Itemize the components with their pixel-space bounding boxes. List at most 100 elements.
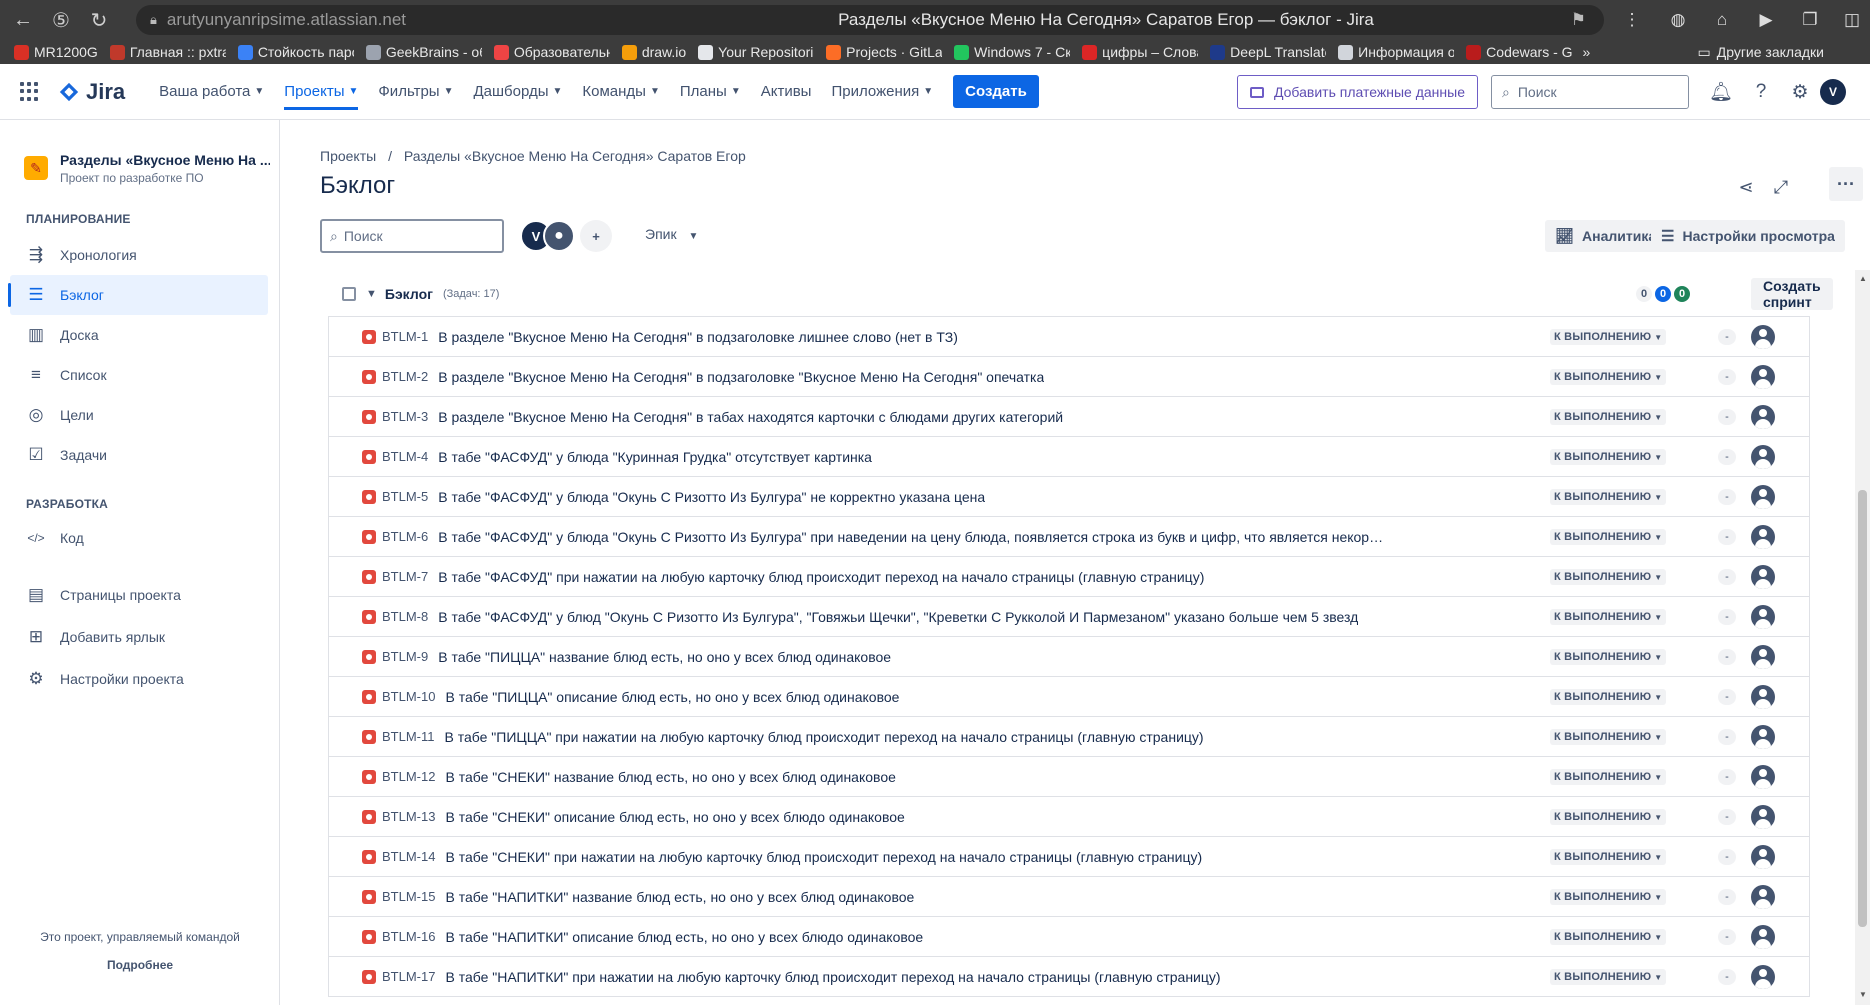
issue-row[interactable]: BTLM-12 В табе "СНЕКИ" название блюд есть…: [329, 757, 1809, 797]
scrollbar-thumb[interactable]: [1858, 490, 1867, 927]
bookmark-item[interactable]: Образовательный: [488, 40, 616, 64]
status-dropdown[interactable]: К ВЫПОЛНЕНИЮ ▼: [1550, 329, 1667, 345]
extension-icon[interactable]: ⌂: [1710, 8, 1734, 32]
assignee-avatar-icon[interactable]: [1751, 565, 1775, 589]
sidebar-item[interactable]: ⊞ Добавить ярлык: [10, 617, 268, 657]
create-sprint-button[interactable]: Создать спринт: [1751, 278, 1833, 310]
nav-item[interactable]: Планы ▼: [670, 64, 751, 120]
issue-key[interactable]: BTLM-2: [382, 369, 428, 384]
backlog-select-checkbox[interactable]: [342, 287, 356, 301]
assignee-avatar-icon[interactable]: [1751, 845, 1775, 869]
status-dropdown[interactable]: К ВЫПОЛНЕНИЮ ▼: [1550, 809, 1667, 825]
issue-row[interactable]: BTLM-13 В табе "СНЕКИ" описание блюд есть…: [329, 797, 1809, 837]
story-points-field[interactable]: -: [1718, 809, 1736, 825]
status-dropdown[interactable]: К ВЫПОЛНЕНИЮ ▼: [1550, 609, 1667, 625]
sidebar-item[interactable]: ▥ Доска: [10, 315, 268, 355]
bookmark-item[interactable]: Стойкость пароля: [232, 40, 360, 64]
assignee-avatar-icon[interactable]: [1751, 685, 1775, 709]
issue-row[interactable]: BTLM-11 В табе "ПИЦЦА" при нажатии на люб…: [329, 717, 1809, 757]
issue-row[interactable]: BTLM-6 В табе "ФАСФУД" у блюда "Окунь С Р…: [329, 517, 1809, 557]
story-points-field[interactable]: -: [1718, 409, 1736, 425]
story-points-field[interactable]: -: [1718, 369, 1736, 385]
story-points-field[interactable]: -: [1718, 729, 1736, 745]
menu-dots-icon[interactable]: ⋮: [1620, 8, 1644, 32]
sidebar-item[interactable]: ≡ Список: [10, 355, 268, 395]
analytics-button[interactable]: 📈︎ Аналитика: [1545, 220, 1667, 252]
assignee-avatar-icon[interactable]: [1751, 725, 1775, 749]
breadcrumb-project[interactable]: Разделы «Вкусное Меню На Сегодня» Сарато…: [404, 148, 746, 164]
issue-row[interactable]: BTLM-2 В разделе "Вкусное Меню На Сегодня…: [329, 357, 1809, 397]
backlog-search-input[interactable]: ⌕ Поиск: [320, 219, 504, 253]
bookmark-item[interactable]: draw.io: [616, 40, 692, 64]
profile-icon[interactable]: ◫: [1840, 8, 1864, 32]
story-points-field[interactable]: -: [1718, 329, 1736, 345]
user-avatar[interactable]: V: [1820, 79, 1846, 105]
sidebar-item[interactable]: </> Код: [10, 518, 268, 558]
learn-more-link[interactable]: Подробнее: [0, 958, 280, 972]
issue-key[interactable]: BTLM-6: [382, 529, 428, 544]
assignee-avatar-icon[interactable]: [1751, 645, 1775, 669]
nav-item[interactable]: Активы: [751, 64, 822, 120]
chevron-down-icon[interactable]: ▼: [366, 288, 377, 300]
status-dropdown[interactable]: К ВЫПОЛНЕНИЮ ▼: [1550, 409, 1667, 425]
issue-row[interactable]: BTLM-8 В табе "ФАСФУД" у блюд "Окунь С Ри…: [329, 597, 1809, 637]
story-points-field[interactable]: -: [1718, 609, 1736, 625]
more-actions-button[interactable]: ···: [1829, 167, 1863, 201]
bookmark-item[interactable]: MR1200G: [8, 40, 104, 64]
bookmark-star-icon[interactable]: ⚑: [1571, 10, 1586, 30]
status-dropdown[interactable]: К ВЫПОЛНЕНИЮ ▼: [1550, 769, 1667, 785]
bookmark-item[interactable]: GeekBrains - обра: [360, 40, 488, 64]
assignee-avatar-icon[interactable]: [1751, 325, 1775, 349]
assignee-avatar-icon[interactable]: [1751, 525, 1775, 549]
sidebar-item[interactable]: ☰ Бэклог: [10, 275, 268, 315]
status-dropdown[interactable]: К ВЫПОЛНЕНИЮ ▼: [1550, 529, 1667, 545]
assignee-avatar-icon[interactable]: [1751, 885, 1775, 909]
sidebar-item[interactable]: ⚙ Настройки проекта: [10, 659, 268, 699]
assignee-avatar-icon[interactable]: [1751, 405, 1775, 429]
issue-key[interactable]: BTLM-7: [382, 569, 428, 584]
status-dropdown[interactable]: К ВЫПОЛНЕНИЮ ▼: [1550, 649, 1667, 665]
story-points-field[interactable]: -: [1718, 929, 1736, 945]
other-bookmarks[interactable]: ▭ Другие закладки: [1697, 40, 1824, 64]
story-points-field[interactable]: -: [1718, 529, 1736, 545]
epic-filter[interactable]: Эпик ▼: [645, 226, 698, 242]
issue-key[interactable]: BTLM-8: [382, 609, 428, 624]
story-points-field[interactable]: -: [1718, 889, 1736, 905]
nav-item[interactable]: Фильтры ▼: [368, 64, 463, 120]
share-icon[interactable]: ⋖: [1733, 174, 1759, 200]
nav-item[interactable]: Проекты ▼: [274, 64, 368, 120]
issue-key[interactable]: BTLM-10: [382, 689, 435, 704]
nav-item[interactable]: Дашборды ▼: [463, 64, 572, 120]
story-points-field[interactable]: -: [1718, 849, 1736, 865]
bookmark-item[interactable]: Главная :: pxtrack: [104, 40, 232, 64]
sidebar-item[interactable]: ⇶ Хронология: [10, 235, 268, 275]
forward-icon[interactable]: ⑤: [42, 0, 80, 40]
bookmark-item[interactable]: цифры – Словарь: [1076, 40, 1204, 64]
issue-row[interactable]: BTLM-16 В табе "НАПИТКИ" описание блюд ес…: [329, 917, 1809, 957]
nav-item[interactable]: Команды ▼: [572, 64, 669, 120]
assignee-avatar-icon[interactable]: [1751, 805, 1775, 829]
bookmark-item[interactable]: Информация о с: [1332, 40, 1460, 64]
issue-key[interactable]: BTLM-12: [382, 769, 435, 784]
issue-row[interactable]: BTLM-17 В табе "НАПИТКИ" при нажатии на л…: [329, 957, 1809, 997]
issue-key[interactable]: BTLM-15: [382, 889, 435, 904]
help-icon[interactable]: ?: [1750, 81, 1772, 103]
assignee-avatar-icon[interactable]: [1751, 965, 1775, 989]
notifications-icon[interactable]: 🔔︎: [1709, 81, 1733, 103]
assignee-avatar-icon[interactable]: [1751, 925, 1775, 949]
assignee-avatar-icon[interactable]: [1751, 765, 1775, 789]
breadcrumb-projects[interactable]: Проекты: [320, 148, 376, 164]
tab-search-icon[interactable]: ❐: [1798, 8, 1822, 32]
view-settings-button[interactable]: ☰ Настройки просмотра: [1651, 220, 1845, 252]
assignee-avatar-icon[interactable]: [1751, 445, 1775, 469]
issue-row[interactable]: BTLM-1 В разделе "Вкусное Меню На Сегодня…: [329, 317, 1809, 357]
globe-icon[interactable]: ◍: [1666, 8, 1690, 32]
issue-key[interactable]: BTLM-9: [382, 649, 428, 664]
assignee-avatar-icon[interactable]: [1751, 485, 1775, 509]
story-points-field[interactable]: -: [1718, 969, 1736, 985]
issue-row[interactable]: BTLM-9 В табе "ПИЦЦА" название блюд есть,…: [329, 637, 1809, 677]
nav-item[interactable]: Приложения ▼: [821, 64, 943, 120]
status-dropdown[interactable]: К ВЫПОЛНЕНИЮ ▼: [1550, 889, 1667, 905]
story-points-field[interactable]: -: [1718, 649, 1736, 665]
assignee-avatar-icon[interactable]: [1751, 605, 1775, 629]
